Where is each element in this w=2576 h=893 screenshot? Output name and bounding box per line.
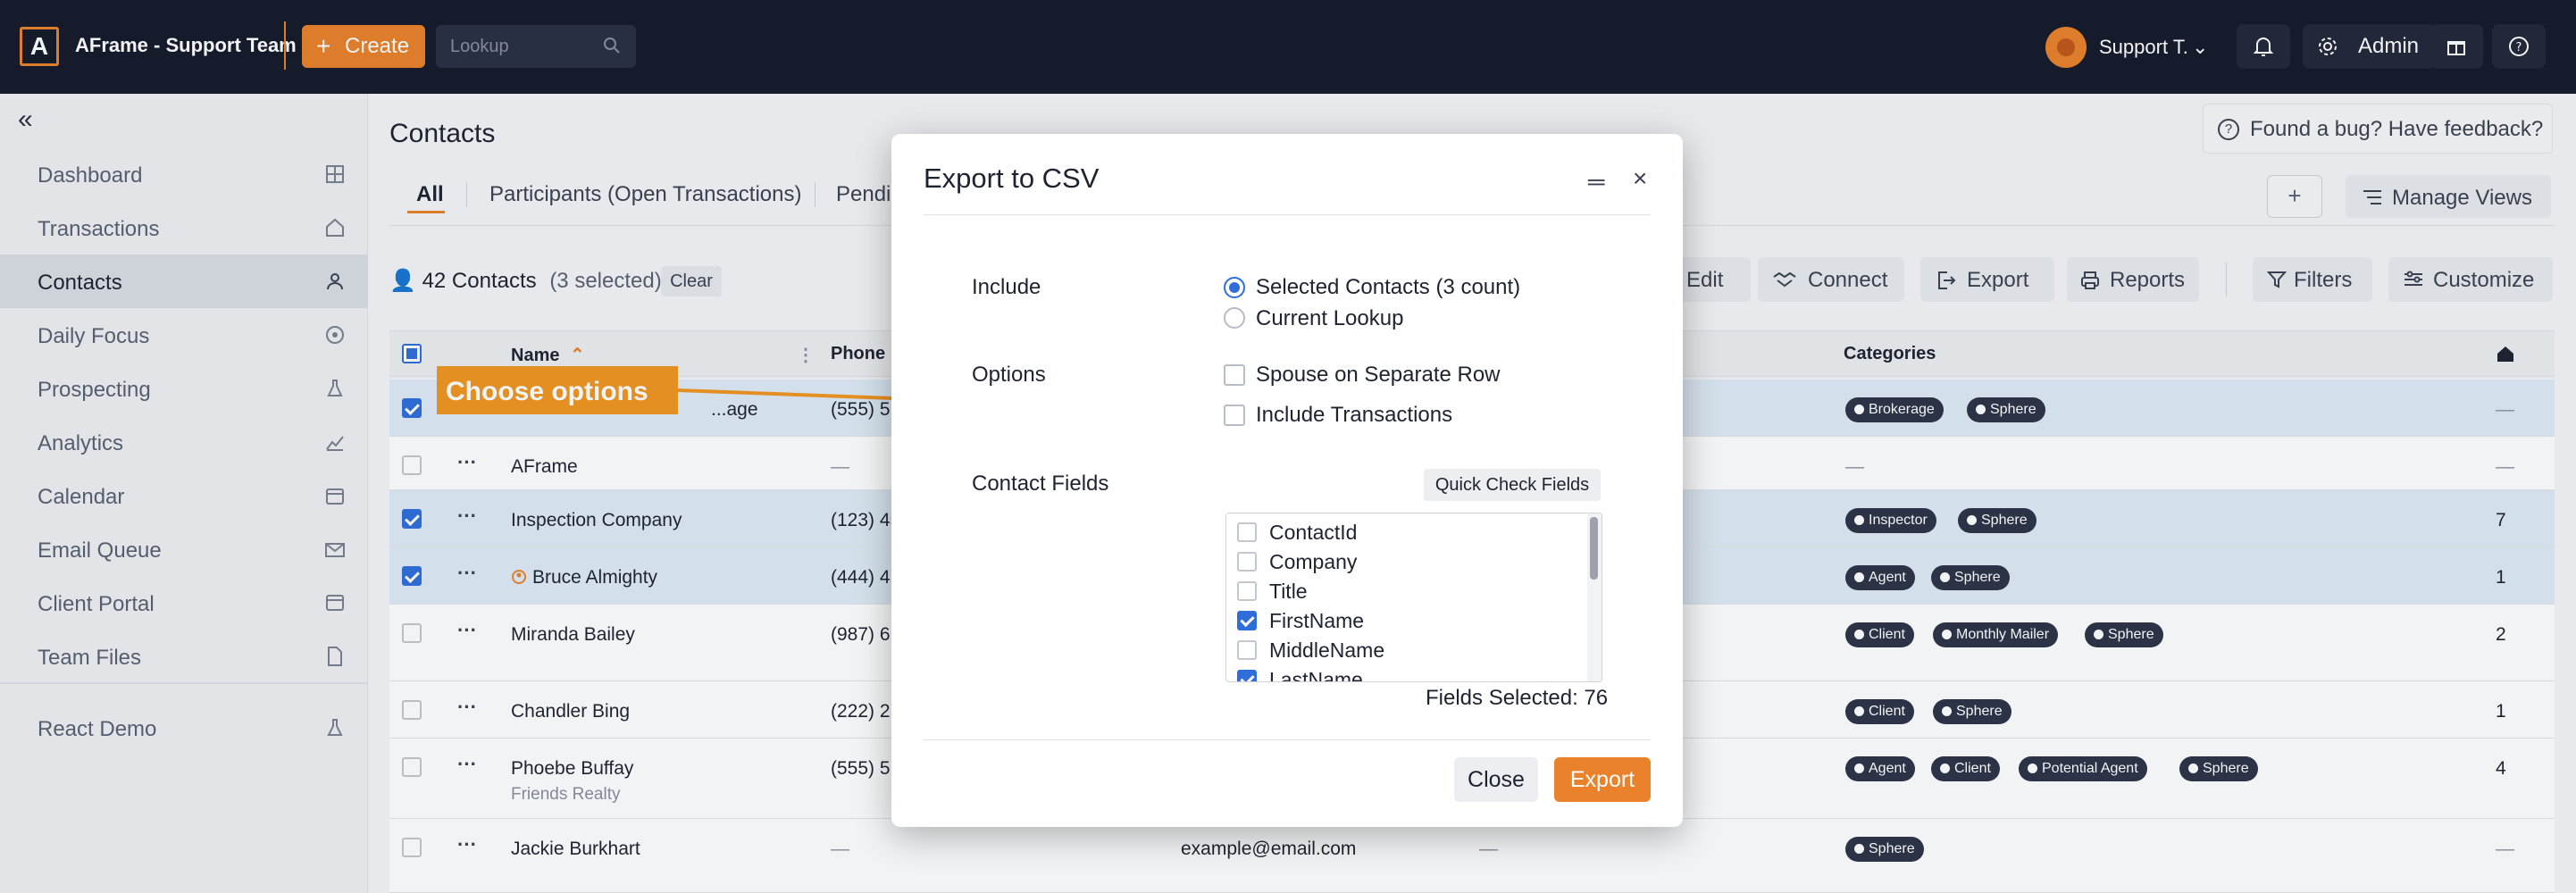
include-selected-radio[interactable]: [1224, 277, 1245, 298]
close-icon[interactable]: ×: [1633, 164, 1647, 193]
include-lookup-radio[interactable]: [1224, 307, 1245, 329]
dialog-title: Export to CSV: [924, 163, 1100, 194]
field-label[interactable]: ContactId: [1269, 521, 1357, 545]
export-csv-dialog: Export to CSV ═ × Include Selected Conta…: [891, 134, 1683, 827]
include-transactions-checkbox[interactable]: [1224, 405, 1245, 426]
field-checkbox[interactable]: [1237, 581, 1257, 601]
include-lookup-label[interactable]: Current Lookup: [1256, 306, 1403, 331]
field-checkbox[interactable]: [1237, 552, 1257, 572]
close-button[interactable]: Close: [1454, 757, 1538, 802]
quick-check-fields-button[interactable]: Quick Check Fields: [1424, 469, 1601, 501]
dialog-divider: [924, 214, 1651, 215]
include-label: Include: [972, 275, 1041, 299]
field-checkbox[interactable]: [1237, 670, 1257, 681]
field-label[interactable]: Title: [1269, 580, 1308, 604]
contact-fields-label: Contact Fields: [972, 472, 1109, 496]
spouse-separate-row-checkbox[interactable]: [1224, 364, 1245, 386]
dialog-footer-divider: [924, 739, 1651, 740]
export-button[interactable]: Export: [1554, 757, 1651, 802]
include-transactions-label[interactable]: Include Transactions: [1256, 403, 1452, 428]
field-checkbox[interactable]: [1237, 611, 1257, 630]
field-checkbox[interactable]: [1237, 640, 1257, 660]
dialog-menu-icon[interactable]: ═: [1588, 168, 1604, 196]
options-label: Options: [972, 363, 1046, 387]
contact-fields-list[interactable]: ContactId Company Title FirstName MiddleName…: [1225, 513, 1602, 682]
field-checkbox[interactable]: [1237, 522, 1257, 542]
scrollbar-thumb[interactable]: [1590, 517, 1598, 580]
field-label[interactable]: FirstName: [1269, 609, 1364, 633]
field-label[interactable]: LastName: [1269, 668, 1363, 681]
include-selected-label[interactable]: Selected Contacts (3 count): [1256, 275, 1520, 300]
field-label[interactable]: Company: [1269, 550, 1357, 574]
fields-selected-count: Fields Selected: 76: [1426, 686, 1609, 710]
field-label[interactable]: MiddleName: [1269, 638, 1384, 663]
spouse-separate-row-label[interactable]: Spouse on Separate Row: [1256, 363, 1501, 388]
